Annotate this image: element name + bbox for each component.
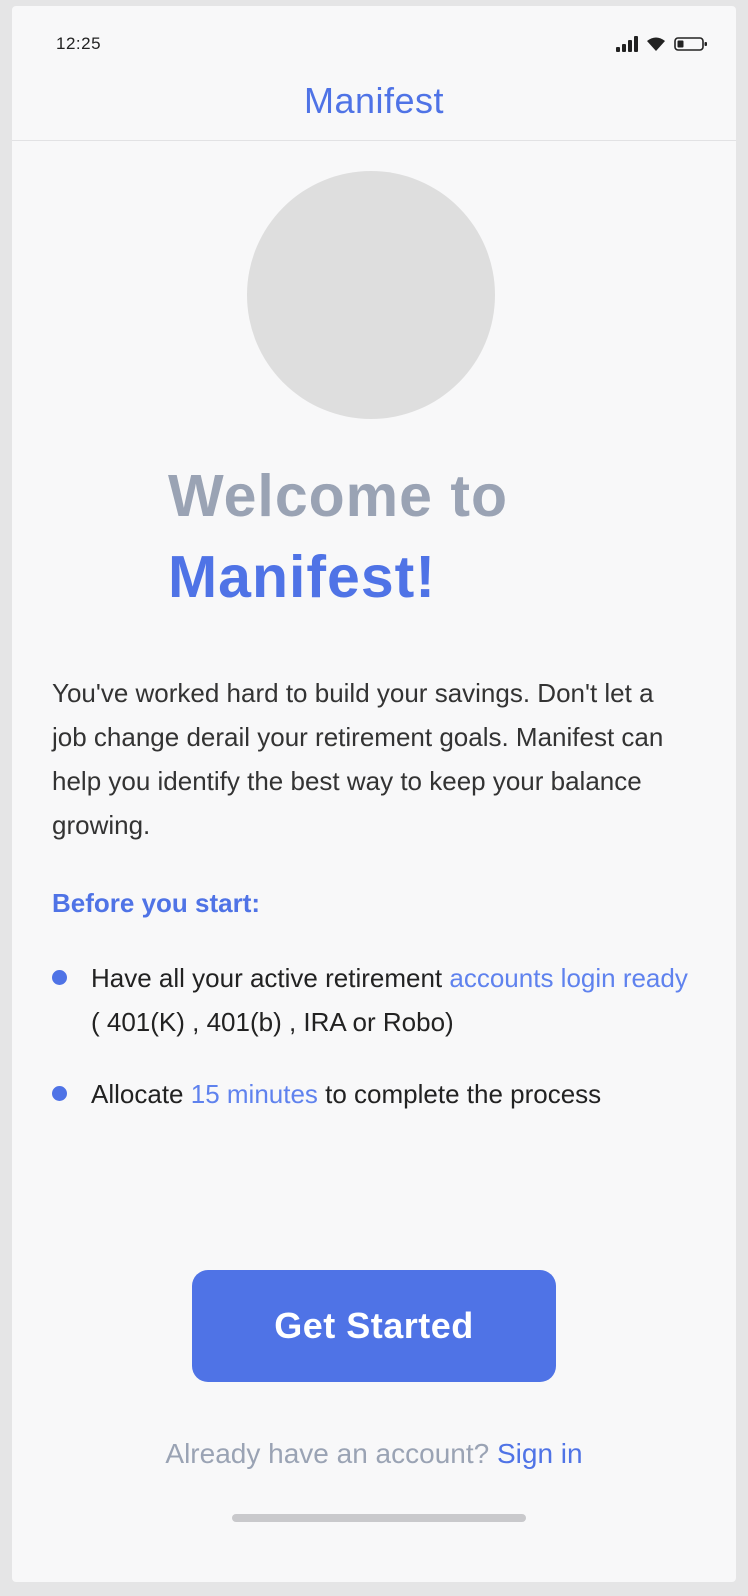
checklist-item-prefix: Allocate [91,1079,191,1109]
bullet-dot-icon [52,1086,67,1101]
app-title: Manifest [303,80,445,121]
status-icons [616,32,708,52]
intro-paragraph: You've worked hard to build your savings… [52,678,664,840]
signal-icon [616,36,638,52]
nav-header: Manifest [12,76,736,141]
signin-row: Already have an account? Sign in [12,1438,736,1470]
bullet-dot-icon [52,970,67,985]
status-time: 12:25 [56,34,102,53]
welcome-heading-line1: Welcome to [168,463,509,529]
time-highlight: 15 minutes [190,1079,318,1109]
checklist-item-suffix: ( 401(K) , 401(b) , IRA or Robo) [91,1007,454,1037]
signin-prompt: Already have an account? [165,1438,497,1469]
checklist-item-accounts: Have all your active retirement accounts… [52,956,702,1044]
hero-image-placeholder [247,171,495,419]
accounts-login-link[interactable]: accounts login ready [449,963,687,993]
phone-screen: 12:25 Manifest Welcome to Manifest! You'… [12,6,736,1582]
sign-in-link[interactable]: Sign in [497,1438,583,1469]
status-bar: 12:25 [12,6,736,76]
checklist-item-suffix: to complete the process [317,1079,602,1109]
before-you-start-heading: Before you start: [52,888,261,918]
welcome-heading-line2: Manifest! [168,544,436,610]
checklist-item-prefix: Have all your active retirement [91,963,450,993]
get-started-button[interactable]: Get Started [192,1270,556,1382]
checklist: Have all your active retirement accounts… [52,956,702,1144]
checklist-item-time: Allocate 15 minutes to complete the proc… [52,1072,702,1116]
battery-icon [674,36,708,52]
home-indicator [232,1514,526,1522]
wifi-icon [646,36,666,52]
